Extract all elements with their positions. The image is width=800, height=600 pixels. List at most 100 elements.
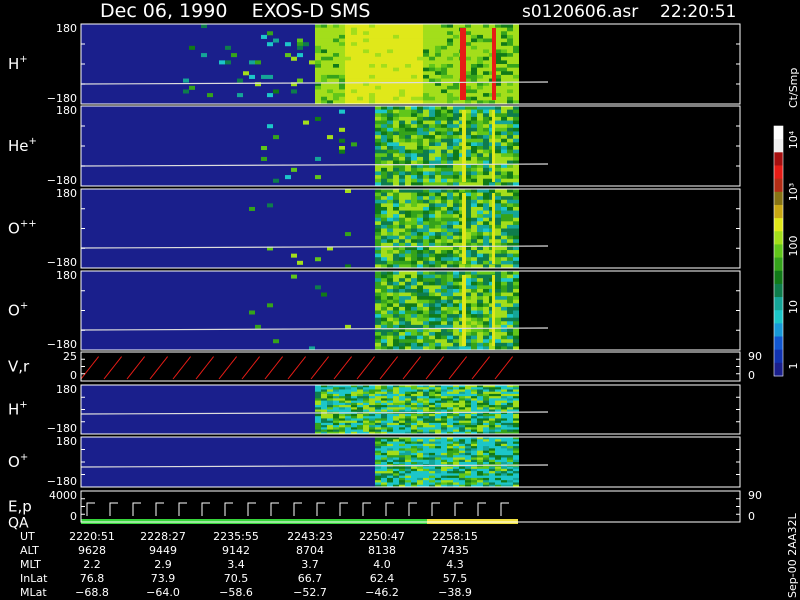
- heatmap-cell: [507, 85, 513, 90]
- heatmap-cell: [423, 142, 429, 147]
- heatmap-cell: [423, 53, 429, 58]
- heatmap-cell: [513, 235, 519, 240]
- heatmap-cell: [501, 127, 507, 132]
- heatmap-cell: [453, 189, 459, 193]
- heatmap-cell: [297, 260, 303, 265]
- heatmap-cell: [321, 85, 327, 90]
- heatmap-cell: [327, 85, 333, 90]
- heatmap-cell: [453, 339, 459, 344]
- heatmap-cell: [417, 27, 423, 32]
- heatmap-cell: [513, 260, 519, 265]
- heatmap-cell: [393, 278, 399, 283]
- heatmap-cell: [201, 24, 207, 29]
- heatmap-cell: [429, 199, 435, 204]
- heatmap-cell: [375, 56, 381, 61]
- heatmap-cell: [381, 49, 387, 54]
- heatmap-cell: [399, 85, 405, 90]
- heatmap-cell: [393, 56, 399, 61]
- heatmap-cell: [399, 439, 405, 442]
- heatmap-cell: [345, 38, 351, 43]
- heatmap-cell: [453, 120, 459, 125]
- heatmap-cell: [435, 120, 441, 125]
- heatmap-cell: [399, 281, 405, 286]
- heatmap-cell: [423, 85, 429, 90]
- heatmap-cell: [471, 153, 477, 158]
- heatmap-cell: [393, 317, 399, 322]
- heatmap-cell: [507, 459, 513, 463]
- heatmap-cell: [501, 455, 507, 458]
- heatmap-cell: [399, 452, 405, 456]
- heatmap-cell: [417, 203, 423, 208]
- heatmap-cell: [429, 214, 435, 219]
- heatmap-cell: [375, 310, 381, 315]
- heatmap-cell: [441, 281, 447, 286]
- heatmap-cell: [459, 450, 465, 454]
- heatmap-cell: [387, 214, 393, 219]
- heatmap-cell: [477, 482, 483, 486]
- heatmap-cell: [387, 253, 393, 258]
- ephemeris-value: 9449: [149, 544, 177, 557]
- heatmap-cell: [249, 60, 255, 65]
- heatmap-cell: [399, 235, 405, 240]
- heatmap-cell: [399, 342, 405, 347]
- heatmap-cell: [411, 199, 417, 204]
- heatmap-cell: [513, 452, 519, 456]
- heatmap-cell: [363, 38, 369, 43]
- heatmap-cell: [399, 278, 405, 283]
- heatmap-cell: [507, 116, 513, 121]
- heatmap-cell: [447, 178, 453, 183]
- heatmap-cell: [501, 27, 507, 32]
- heatmap-cell: [453, 178, 459, 183]
- heatmap-cell: [375, 138, 381, 143]
- heatmap-cell: [387, 455, 393, 458]
- heatmap-cell: [513, 480, 519, 483]
- heatmap-cell: [441, 178, 447, 183]
- heatmap-cell: [495, 109, 501, 114]
- heatmap-cell: [507, 278, 513, 283]
- heatmap-cell: [315, 175, 321, 180]
- heatmap-cell: [309, 60, 315, 65]
- heatmap-cell: [429, 480, 435, 483]
- heatmap-cell: [327, 49, 333, 54]
- heatmap-cell: [423, 167, 429, 172]
- heatmap-cell: [495, 271, 501, 275]
- heatmap-cell: [471, 232, 477, 237]
- heatmap-cell: [423, 64, 429, 69]
- heatmap-cell: [471, 196, 477, 201]
- heatmap-cell: [381, 439, 387, 442]
- heatmap-cell: [393, 457, 399, 461]
- heatmap-cell: [471, 457, 477, 461]
- heatmap-cell: [387, 296, 393, 301]
- heatmap-cell: [411, 482, 417, 486]
- heatmap-cell: [429, 468, 435, 472]
- heatmap-cell: [375, 189, 381, 193]
- heatmap-cell: [471, 135, 477, 140]
- heatmap-cell: [495, 228, 501, 233]
- heatmap-cell: [411, 127, 417, 132]
- panel-label-charge: +: [29, 136, 37, 147]
- heatmap-cell: [375, 239, 381, 244]
- heatmap-cell: [423, 471, 429, 474]
- heatmap-cell: [393, 285, 399, 290]
- heatmap-cell: [381, 292, 387, 297]
- heatmap-cell: [483, 189, 489, 193]
- heatmap-cell: [483, 27, 489, 32]
- heatmap-cell: [495, 335, 501, 340]
- heatmap-cell: [333, 89, 339, 94]
- heatmap-cell: [489, 473, 495, 477]
- heatmap-cell: [447, 67, 453, 72]
- heatmap-cell: [471, 106, 477, 111]
- heatmap-cell: [435, 468, 441, 472]
- heatmap-cell: [423, 455, 429, 458]
- heatmap-cell: [459, 482, 465, 486]
- heatmap-cell: [327, 89, 333, 94]
- heatmap-cell: [483, 113, 489, 118]
- heatmap-cell: [381, 203, 387, 208]
- heatmap-cell: [507, 127, 513, 132]
- heatmap-cell: [423, 93, 429, 98]
- right-tick-label-top: 90: [748, 350, 762, 363]
- heatmap-cell: [411, 31, 417, 36]
- heatmap-cell: [417, 228, 423, 233]
- heatmap-cell: [507, 303, 513, 308]
- heatmap-cell: [507, 146, 513, 151]
